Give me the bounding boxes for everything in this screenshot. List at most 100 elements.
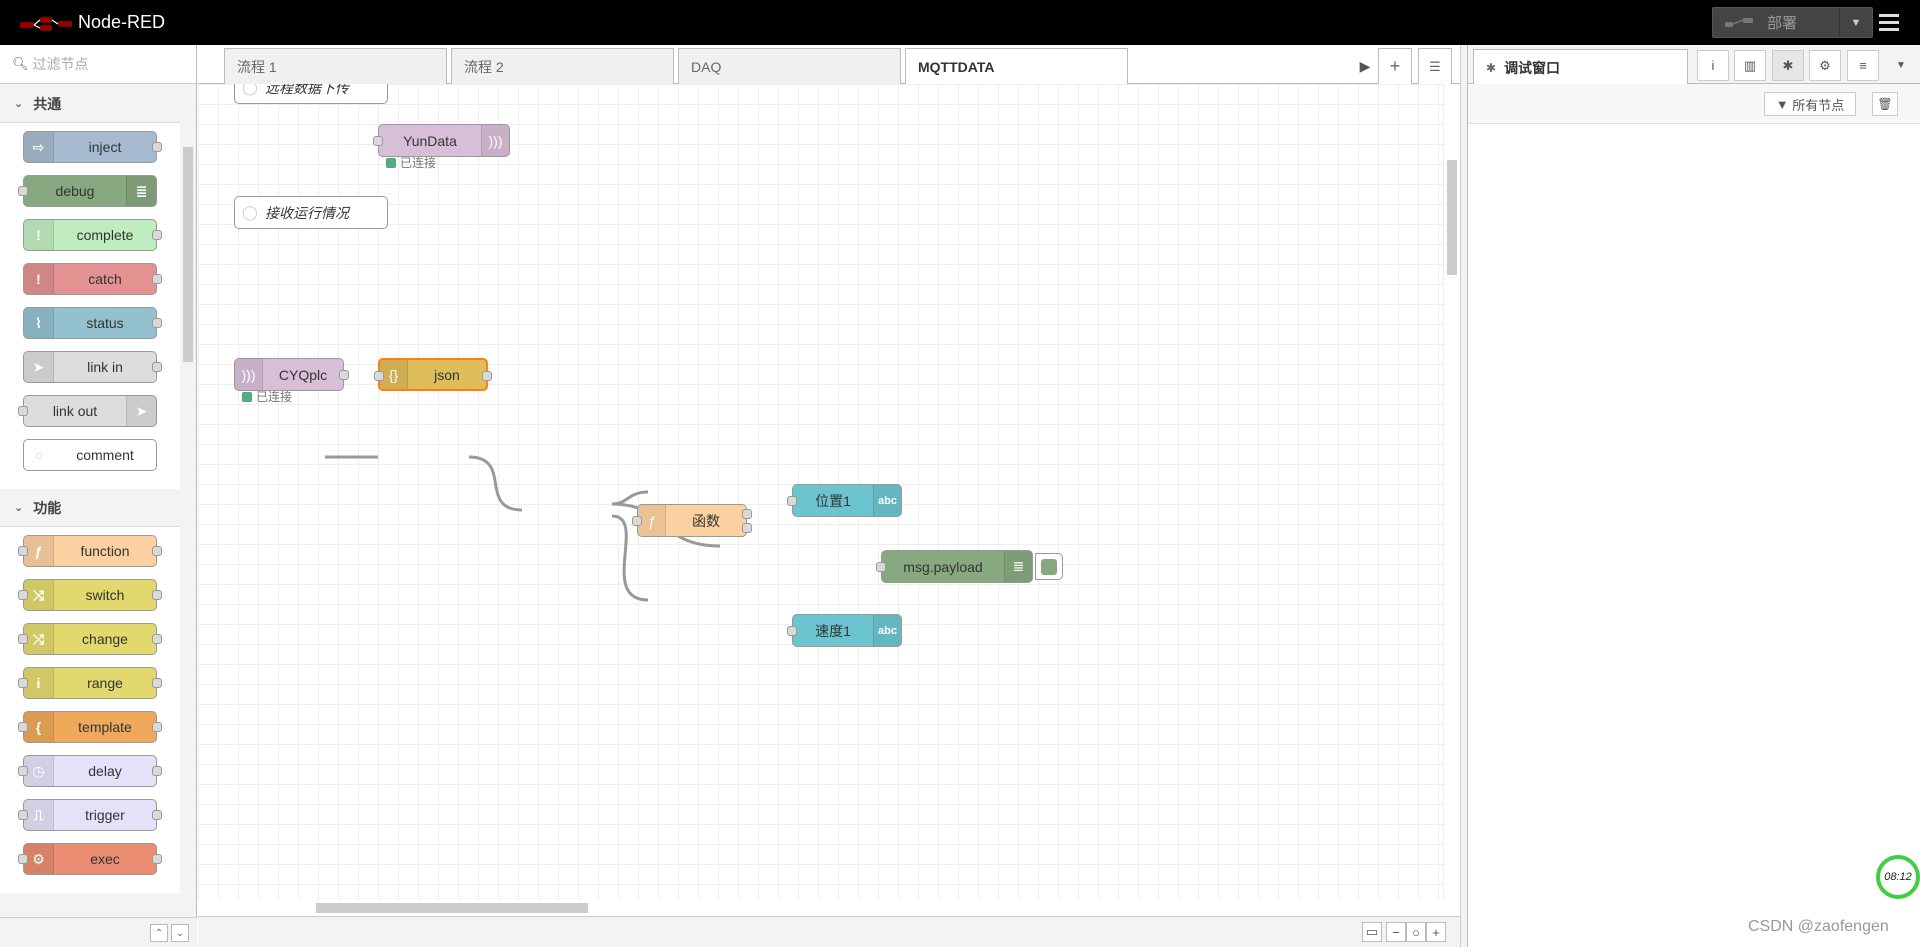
palette-node-debug[interactable]: debug ≣ — [18, 175, 157, 207]
tab-flow-1[interactable]: 流程 1 — [224, 48, 447, 84]
zoom-out-icon[interactable]: − — [1386, 922, 1406, 942]
book-icon[interactable]: ▥ — [1734, 50, 1766, 81]
range-icon: i — [24, 668, 54, 698]
comment-node[interactable]: ◯ 接收运行情况 — [234, 196, 388, 229]
tab-daq[interactable]: DAQ — [678, 48, 901, 84]
palette-node-comment[interactable]: ○ comment — [23, 439, 157, 471]
input-port[interactable] — [876, 562, 886, 572]
clear-log-button[interactable]: 🗑︎ — [1872, 92, 1898, 116]
deploy-button[interactable]: 部署 ▼ — [1712, 7, 1873, 38]
list-icon: ≣ — [1004, 551, 1032, 582]
filter-nodes-button[interactable]: ▼ 所有节点 — [1764, 92, 1856, 116]
flow-canvas[interactable]: ◯ 远程数据下传 ◯ 接收运行情况 YunData ))) 已连接 ))) CY… — [198, 84, 1443, 900]
text-node-speed[interactable]: 速度1 abc — [787, 614, 902, 647]
palette-node-exec[interactable]: ⚙ exec — [18, 843, 162, 875]
database-icon[interactable]: ≡ — [1847, 50, 1879, 81]
timer-icon: ◷ — [24, 756, 54, 786]
zoom-in-icon[interactable]: + — [1426, 922, 1446, 942]
comment-node[interactable]: ◯ 远程数据下传 — [234, 84, 388, 104]
input-port[interactable] — [373, 136, 383, 146]
output-port[interactable] — [742, 509, 752, 519]
input-port[interactable] — [787, 626, 797, 636]
input-port[interactable] — [374, 371, 384, 381]
output-port — [152, 546, 162, 556]
input-port[interactable] — [787, 496, 797, 506]
palette-node-trigger[interactable]: ⎍ trigger — [18, 799, 162, 831]
palette-node-function[interactable]: ƒ function — [18, 535, 162, 567]
palette-footer: ⌃ ⌄ — [0, 917, 197, 947]
comment-icon: ◯ — [242, 84, 258, 95]
category-label: 共通 — [33, 95, 62, 112]
palette-node-range[interactable]: i range — [18, 667, 162, 699]
info-icon[interactable]: i — [1697, 50, 1729, 81]
palette-node-label: switch — [85, 587, 125, 603]
scroll-tabs-right-icon[interactable]: ▶ — [1354, 48, 1376, 84]
tab-mqttdata[interactable]: MQTTDATA — [905, 48, 1128, 85]
chevron-down-icon[interactable]: ▼ — [1885, 50, 1917, 81]
brace-icon: { — [24, 712, 54, 742]
debug-node[interactable]: msg.payload ≣ — [876, 550, 1033, 583]
filter-label: 所有节点 — [1792, 97, 1845, 113]
palette-node-switch[interactable]: ⤨ switch — [18, 579, 162, 611]
canvas-vertical-scrollbar[interactable] — [1443, 84, 1460, 900]
tab-flow-2[interactable]: 流程 2 — [451, 48, 674, 84]
sidebar-separator[interactable] — [1460, 45, 1467, 947]
output-port — [152, 678, 162, 688]
node-label: YunData — [403, 132, 457, 149]
palette-node-template[interactable]: { template — [18, 711, 162, 743]
text-node-pos[interactable]: 位置1 abc — [787, 484, 902, 517]
palette-node-inject[interactable]: ⇨ inject — [23, 131, 162, 163]
collapse-all-icon[interactable]: ⌃ — [150, 924, 168, 942]
gear-icon[interactable]: ⚙ — [1809, 50, 1841, 81]
palette-category-header[interactable]: ⌄ 共通 — [0, 85, 180, 123]
status-text: 已连接 — [400, 156, 437, 170]
palette-node-link-in[interactable]: ➤ link in — [23, 351, 162, 383]
palette-node-catch[interactable]: ! catch — [23, 263, 162, 295]
tab-debug[interactable]: ✱ 调试窗口 — [1473, 49, 1688, 85]
function-node[interactable]: ƒ 函数 — [632, 504, 752, 537]
input-port[interactable] — [632, 516, 642, 526]
tab-label: 流程 2 — [464, 58, 504, 75]
sidebar-scrollbar[interactable] — [1902, 131, 1914, 911]
output-port — [152, 274, 162, 284]
main-menu-icon[interactable] — [1866, 0, 1911, 45]
palette-node-label: template — [78, 719, 132, 735]
list-flows-icon[interactable]: ☰ — [1418, 48, 1452, 84]
palette-search-input[interactable]: 🔍︎ 过滤节点 — [0, 45, 196, 84]
function-icon: ƒ — [638, 505, 666, 536]
input-port — [18, 186, 28, 196]
json-node[interactable]: {} json — [374, 358, 492, 391]
expand-all-icon[interactable]: ⌄ — [171, 924, 189, 942]
comment-icon: ○ — [34, 447, 44, 463]
output-port[interactable] — [482, 371, 492, 381]
output-port — [152, 722, 162, 732]
debug-toggle-button[interactable] — [1035, 553, 1063, 580]
input-port — [18, 590, 28, 600]
add-flow-icon[interactable]: + — [1378, 48, 1412, 84]
palette-scrollbar[interactable] — [181, 85, 195, 917]
input-port — [18, 854, 28, 864]
shuffle-icon: ⤮ — [24, 624, 54, 654]
status-text: 已连接 — [256, 390, 293, 404]
watermark: CSDN @zaofengen — [1748, 918, 1889, 935]
wire — [611, 490, 649, 506]
mqtt-in-node-yundata[interactable]: YunData ))) — [373, 124, 510, 157]
tab-label: 调试窗口 — [1504, 59, 1561, 76]
palette-node-delay[interactable]: ◷ delay — [18, 755, 162, 787]
palette-node-change[interactable]: ⤮ change — [18, 623, 162, 655]
palette-node-label: function — [80, 543, 130, 559]
filter-icon: ▼ — [1775, 96, 1793, 112]
zoom-reset-icon[interactable]: ○ — [1406, 922, 1426, 942]
navigator-icon[interactable]: ▭ — [1362, 922, 1382, 942]
output-port[interactable] — [742, 523, 752, 533]
palette-node-complete[interactable]: ! complete — [23, 219, 162, 251]
palette-categories: ⌄ 共通 ⇨ inject debug ≣ ! complete ! catch ⌇ status ➤ l… — [0, 85, 180, 917]
canvas-horizontal-scrollbar[interactable] — [198, 900, 1443, 916]
clock-widget: 08:12 — [1876, 855, 1920, 899]
output-port[interactable] — [339, 370, 349, 380]
debug-icon[interactable]: ✱ — [1772, 50, 1804, 81]
mqtt-in-node-cyqplc[interactable]: ))) CYQplc — [234, 358, 349, 391]
palette-category-header[interactable]: ⌄ 功能 — [0, 489, 180, 527]
palette-node-status[interactable]: ⌇ status — [23, 307, 162, 339]
palette-node-link-out[interactable]: link out ➤ — [18, 395, 157, 427]
